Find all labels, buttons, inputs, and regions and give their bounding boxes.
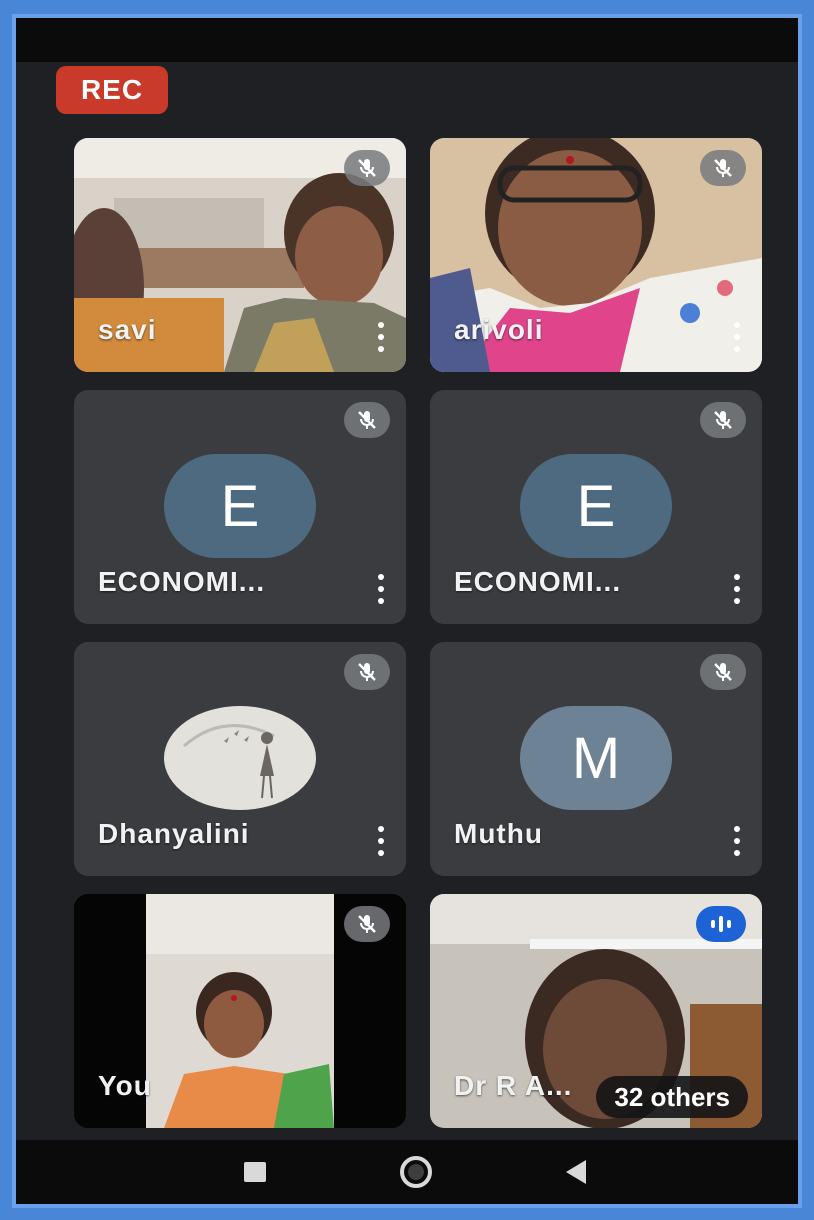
recording-badge: REC (56, 66, 168, 114)
circle-nav-icon[interactable] (400, 1156, 432, 1188)
avatar: M (520, 706, 672, 810)
participant-tile[interactable]: E ECONOMI... (74, 390, 406, 624)
more-vert-icon[interactable] (376, 574, 386, 604)
more-vert-icon[interactable] (376, 826, 386, 856)
avatar: E (164, 454, 316, 558)
mic-off-icon (344, 402, 390, 438)
participant-name: Dhanyalini (98, 818, 250, 849)
mic-off-icon (700, 402, 746, 438)
meeting-screen: REC savi arivoli E ECONOMI... E ECONOMI.… (12, 14, 802, 1208)
participant-tile[interactable]: arivoli (430, 138, 762, 372)
avatar: E (520, 454, 672, 558)
participant-name: savi (98, 314, 157, 345)
participant-name: ECONOMI... (98, 566, 266, 597)
more-vert-icon[interactable] (732, 322, 742, 352)
participant-name: Dr R A... (454, 1070, 573, 1101)
more-vert-icon[interactable] (376, 322, 386, 352)
participant-name: ECONOMI... (454, 566, 622, 597)
participant-tile[interactable]: Dhanyalini (74, 642, 406, 876)
participant-tile[interactable]: E ECONOMI... (430, 390, 762, 624)
participant-name: You (98, 1070, 152, 1101)
participant-tile[interactable]: M Muthu (430, 642, 762, 876)
audio-level-icon (696, 906, 746, 942)
triangle-back-icon[interactable] (566, 1160, 586, 1184)
participant-name: arivoli (454, 314, 544, 345)
mic-off-icon (344, 150, 390, 186)
mic-off-icon (344, 906, 390, 942)
others-count-button[interactable]: 32 others (596, 1076, 748, 1118)
status-bar (16, 18, 798, 62)
avatar (164, 706, 316, 810)
participant-tile[interactable]: savi (74, 138, 406, 372)
mic-off-icon (700, 654, 746, 690)
square-nav-icon[interactable] (244, 1162, 266, 1182)
system-nav-bar (16, 1140, 798, 1204)
participant-tile-self[interactable]: You (74, 894, 406, 1128)
participant-name: Muthu (454, 818, 543, 849)
more-vert-icon[interactable] (732, 826, 742, 856)
mic-off-icon (344, 654, 390, 690)
mic-off-icon (700, 150, 746, 186)
participant-tile[interactable]: Dr R A... 32 others (430, 894, 762, 1128)
more-vert-icon[interactable] (732, 574, 742, 604)
